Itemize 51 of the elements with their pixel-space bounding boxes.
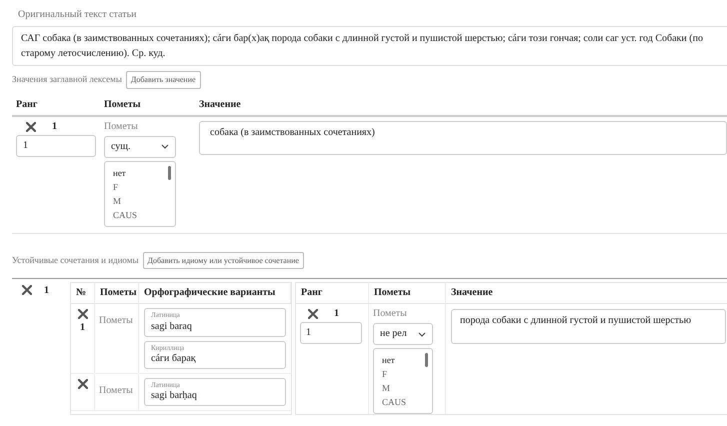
meaning-field[interactable]: порода собаки с длинной густой и пушистой шерстью [451, 309, 726, 344]
listbox-option[interactable]: M [382, 382, 418, 394]
column-header: Значение [446, 283, 727, 304]
column-header: Ранг [296, 283, 369, 304]
spelling-value: сáги барақ [151, 352, 197, 365]
column-header: Пометы [369, 283, 446, 304]
close-icon[interactable] [22, 285, 32, 296]
listbox-option[interactable]: M [113, 194, 161, 207]
rank-input[interactable]: 1 [16, 134, 96, 157]
marks-label: Пометы [373, 308, 407, 320]
marks-label: Пометы [99, 315, 133, 326]
column-header: Ранг [16, 98, 38, 112]
chevron-icon [161, 144, 169, 150]
scrollbar-thumb[interactable] [425, 353, 428, 368]
marks-listbox[interactable]: нет F M CAUS [104, 160, 176, 227]
spelling-value: sagi barḥaq [151, 389, 198, 402]
meaning-number: 1 [52, 120, 57, 133]
chevron-icon [418, 332, 426, 337]
marks-dropdown[interactable]: сущ. [104, 136, 176, 158]
section-label: Значения заглавной лексемы [12, 74, 122, 86]
close-icon[interactable] [26, 122, 36, 132]
marks-dropdown[interactable]: не рел [373, 323, 433, 346]
listbox-option[interactable]: нет [382, 354, 418, 366]
scrollbar-thumb[interactable] [168, 166, 171, 180]
listbox-option[interactable]: CAUS [382, 396, 418, 408]
meaning-field[interactable]: собака (в заимствованных сочетаниях) [199, 120, 727, 155]
listbox-option[interactable]: CAUS [113, 208, 161, 221]
column-header: Значение [199, 98, 242, 112]
rank-input[interactable]: 1 [300, 322, 362, 344]
column-header: № [71, 283, 95, 304]
add-meaning-button[interactable]: Добавить значение [126, 71, 201, 89]
column-header: Пометы [104, 98, 142, 112]
field-label: Оригинальный текст статьи [17, 9, 138, 21]
listbox-option[interactable]: нет [113, 166, 161, 179]
marks-label: Пометы [99, 384, 133, 396]
column-header: Пометы [95, 283, 139, 304]
idiom-number: 1 [44, 285, 49, 298]
close-icon[interactable] [308, 309, 318, 320]
close-icon[interactable] [78, 378, 88, 389]
article-text-field[interactable]: САГ собака (в заимствованных сочетаниях); сáги бар(х)ақ порода собаки с длинной густой и пушистой шерстью; сáги този гончая; соли саг уст. год Собаки (по старому летосчислению). Ср. куд. [12, 26, 727, 66]
meaning-number: 1 [334, 308, 339, 320]
spelling-value: sagi baraq [151, 320, 193, 333]
listbox-option[interactable]: F [113, 180, 161, 193]
listbox-option[interactable]: F [382, 368, 418, 380]
add-idiom-button[interactable]: Добавить идиому или устойчивое сочетание [142, 252, 304, 270]
marks-listbox[interactable]: нет F M CAUS [373, 348, 433, 414]
close-icon[interactable] [78, 309, 88, 320]
variant-number: 1 [80, 322, 85, 334]
column-header: Орфографические варианты [139, 283, 291, 304]
section-label: Устойчивые сочетания и идиомы [12, 254, 138, 266]
marks-label: Пометы [104, 120, 138, 133]
